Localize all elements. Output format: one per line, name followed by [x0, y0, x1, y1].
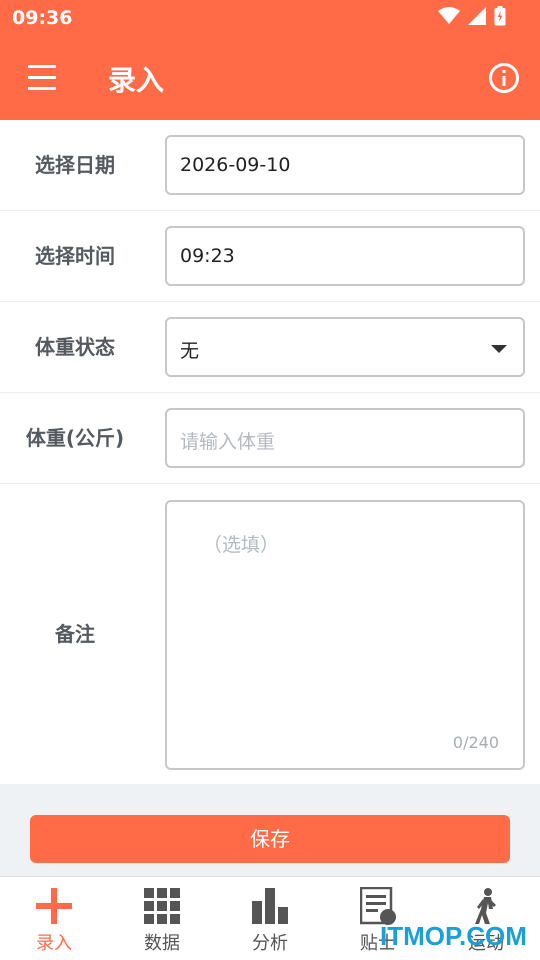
state-value: 无	[180, 340, 200, 362]
weight-placeholder: 请输入体重	[180, 431, 276, 453]
plus-icon	[36, 888, 72, 924]
menu-icon[interactable]	[22, 58, 62, 98]
note-textarea[interactable]: （选填） 0/240	[165, 500, 525, 770]
status-bar: 09:36	[0, 0, 540, 36]
page-title: 录入	[108, 64, 165, 97]
walk-icon	[475, 888, 496, 924]
bar-chart-icon	[252, 888, 288, 924]
wifi-icon	[438, 7, 460, 24]
dropdown-arrow-icon	[491, 345, 507, 353]
watermark: ITMOP.COM	[380, 921, 527, 951]
status-time: 09:36	[12, 7, 73, 29]
note-counter: 0/240	[452, 733, 499, 752]
note-label: 备注	[55, 622, 95, 646]
info-icon[interactable]	[488, 62, 520, 94]
date-label: 选择日期	[35, 153, 115, 177]
entry-form: 选择日期 2026-09-10 选择时间 09:23 体重状态 无 体重(公斤)…	[0, 120, 540, 784]
nav-label-data: 数据	[144, 933, 180, 954]
note-row: 备注 （选填） 0/240	[0, 484, 540, 784]
app-bar: 09:36 录入	[0, 0, 540, 120]
time-value: 09:23	[180, 245, 235, 267]
weight-state-select[interactable]: 无	[165, 317, 525, 377]
battery-icon	[494, 6, 506, 26]
grid-icon	[144, 888, 180, 924]
nav-item-analysis[interactable]: 分析	[216, 877, 324, 960]
save-button[interactable]: 保存	[30, 815, 510, 863]
weight-label: 体重(公斤)	[25, 426, 125, 450]
time-label: 选择时间	[35, 244, 115, 268]
status-icons	[438, 6, 506, 26]
date-value: 2026-09-10	[180, 154, 291, 176]
note-placeholder: （选填）	[203, 534, 280, 556]
weight-row: 体重(公斤) 请输入体重	[0, 393, 540, 484]
tips-icon	[360, 887, 396, 925]
toolbar: 录入	[0, 36, 540, 120]
nav-label-analysis: 分析	[252, 933, 288, 954]
state-row: 体重状态 无	[0, 302, 540, 393]
date-row: 选择日期 2026-09-10	[0, 120, 540, 211]
nav-item-entry[interactable]: 录入	[0, 877, 108, 960]
state-label: 体重状态	[35, 335, 115, 359]
nav-label-entry: 录入	[36, 933, 72, 954]
date-field[interactable]: 2026-09-10	[165, 135, 525, 195]
time-field[interactable]: 09:23	[165, 226, 525, 286]
weight-input[interactable]: 请输入体重	[165, 408, 525, 468]
nav-item-data[interactable]: 数据	[108, 877, 216, 960]
signal-icon	[468, 7, 486, 25]
time-row: 选择时间 09:23	[0, 211, 540, 302]
